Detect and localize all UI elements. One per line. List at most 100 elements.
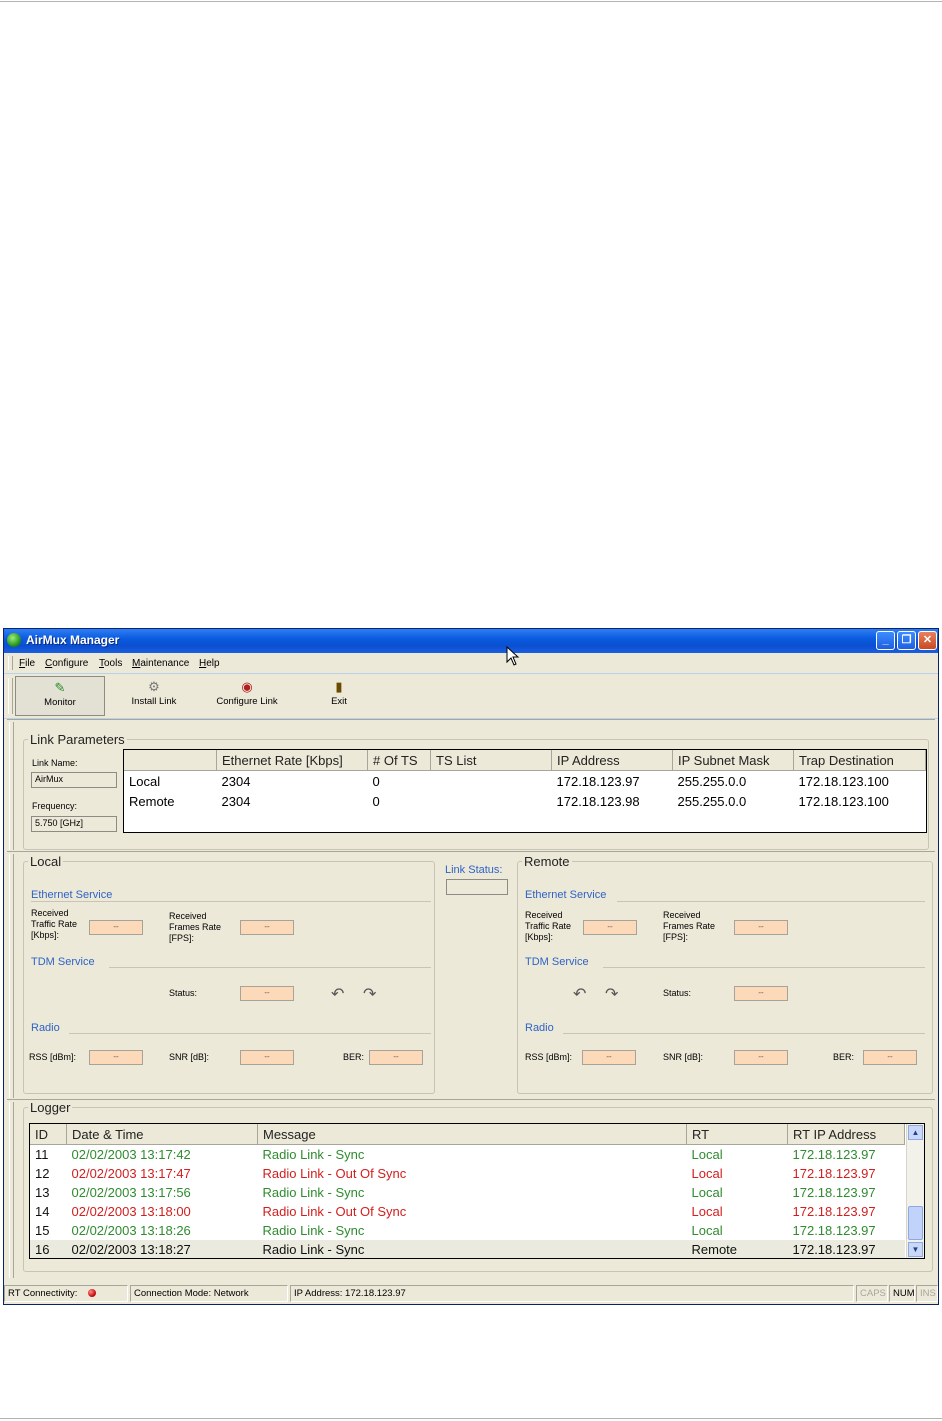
monitor-button[interactable]: ✎ Monitor: [15, 676, 105, 716]
close-button[interactable]: ✕: [918, 631, 937, 650]
col-header-ethernet-rate[interactable]: Ethernet Rate [Kbps]: [216, 750, 368, 771]
local-frames-rate-label: Received Frames Rate [FPS]:: [169, 911, 221, 944]
table-header-row: ID Date & Time Message RT RT IP Address: [30, 1124, 905, 1145]
cell-num-ts: 0: [372, 773, 380, 789]
status-panel: Local Ethernet Service Received Traffic …: [7, 851, 935, 1100]
local-radio-divider: [69, 1033, 431, 1034]
local-tdm-service-heading: TDM Service: [31, 956, 95, 968]
col-header-name[interactable]: [124, 750, 217, 771]
remote-title: Remote: [524, 854, 570, 869]
log-cell-message: Radio Link - Sync: [262, 1185, 365, 1200]
menu-maintenance[interactable]: Maintenance: [132, 658, 189, 669]
remote-loopback-remote-icon[interactable]: ↷: [605, 984, 618, 1004]
table-row[interactable]: Local 2304 0 172.18.123.97 255.255.0.0 1…: [124, 771, 926, 792]
col-header-id[interactable]: ID: [30, 1124, 67, 1145]
log-cell-id: 16: [30, 1240, 67, 1258]
menu-grip: [8, 656, 13, 670]
log-row[interactable]: 11 02/02/2003 13:17:42 Radio Link - Sync…: [30, 1145, 905, 1165]
local-traffic-rate-label-line1: Received: [31, 908, 69, 918]
remote-frames-rate-label-line3: [FPS]:: [663, 932, 689, 942]
col-header-ts-list[interactable]: TS List: [430, 750, 552, 771]
table-row[interactable]: Remote 2304 0 172.18.123.98 255.255.0.0 …: [124, 791, 926, 811]
col-header-date-time[interactable]: Date & Time: [66, 1124, 258, 1145]
local-rss-value: --: [89, 1050, 143, 1065]
col-header-message[interactable]: Message: [257, 1124, 687, 1145]
menu-configure[interactable]: Configure: [45, 658, 88, 669]
local-ber-value: --: [369, 1050, 423, 1065]
ip-address-cell: IP Address: 172.18.123.97: [290, 1285, 854, 1302]
configure-link-button[interactable]: ◉ Configure Link: [202, 676, 292, 716]
log-row[interactable]: 12 02/02/2003 13:17:47 Radio Link - Out …: [30, 1164, 905, 1183]
scroll-down-button[interactable]: ▼: [908, 1242, 923, 1257]
loopback-local-icon[interactable]: ↶: [331, 984, 344, 1004]
app-globe-icon: [7, 633, 21, 647]
cell-ip-address: 172.18.123.98: [556, 793, 640, 809]
logger-scrollbar[interactable]: ▲ ▼: [906, 1124, 924, 1258]
local-frames-rate-label-line2: Frames Rate: [169, 922, 222, 932]
log-cell-rt: Local: [691, 1147, 723, 1162]
cell-trap-destination: 172.18.123.100: [798, 793, 889, 809]
col-header-ip-address[interactable]: IP Address: [551, 750, 673, 771]
log-cell-rt: Remote: [686, 1240, 788, 1258]
remote-loopback-local-icon[interactable]: ↶: [573, 984, 586, 1004]
local-radio-heading: Radio: [31, 1022, 60, 1034]
menu-tools[interactable]: Tools: [99, 658, 122, 669]
log-row[interactable]: 15 02/02/2003 13:18:26 Radio Link - Sync…: [30, 1221, 905, 1240]
local-ethernet-service-heading: Ethernet Service: [31, 889, 113, 901]
col-header-rt[interactable]: RT: [686, 1124, 788, 1145]
log-cell-time: 02/02/2003 13:17:56: [71, 1185, 191, 1200]
log-row[interactable]: 16 02/02/2003 13:18:27 Radio Link - Sync…: [30, 1240, 905, 1258]
loopback-remote-icon[interactable]: ↷: [363, 984, 376, 1004]
log-cell-rt-ip: 172.18.123.97: [792, 1204, 876, 1219]
table-header-row: Ethernet Rate [Kbps] # Of TS TS List IP …: [124, 750, 926, 771]
col-header-subnet-mask[interactable]: IP Subnet Mask: [672, 750, 794, 771]
log-cell-message: Radio Link - Out Of Sync: [262, 1166, 407, 1181]
remote-status-value: --: [734, 986, 788, 1001]
link-name-field: AirMux: [31, 772, 117, 788]
log-cell-time: 02/02/2003 13:18:26: [71, 1223, 191, 1238]
exit-label: Exit: [331, 696, 347, 707]
local-frames-rate-value: --: [240, 920, 294, 935]
log-cell-time: 02/02/2003 13:17:42: [71, 1147, 191, 1162]
remote-frames-rate-value: --: [734, 920, 788, 935]
menu-help[interactable]: Help: [199, 658, 220, 669]
minimize-button[interactable]: _: [876, 631, 895, 650]
rt-connectivity-label: RT Connectivity:: [8, 1288, 78, 1299]
panel-grip: [9, 1102, 14, 1278]
scroll-up-button[interactable]: ▲: [908, 1125, 923, 1140]
cell-ts-list: [431, 791, 552, 811]
log-cell-rt: Local: [691, 1223, 723, 1238]
log-cell-id: 11: [35, 1147, 49, 1162]
link-parameters-table[interactable]: Ethernet Rate [Kbps] # Of TS TS List IP …: [123, 749, 927, 833]
remote-traffic-rate-label-line1: Received: [525, 910, 563, 920]
log-row[interactable]: 13 02/02/2003 13:17:56 Radio Link - Sync…: [30, 1183, 905, 1202]
log-cell-rt-ip: 172.18.123.97: [792, 1147, 876, 1162]
configure-link-label: Configure Link: [216, 696, 278, 707]
link-name-label: Link Name:: [32, 758, 78, 768]
local-traffic-rate-label-line3: [Kbps]:: [31, 930, 60, 940]
ins-indicator: INS: [916, 1285, 938, 1302]
scroll-thumb[interactable]: [908, 1206, 923, 1240]
col-header-trap-destination[interactable]: Trap Destination: [793, 750, 926, 771]
title-bar[interactable]: AirMux Manager _ ❐ ✕: [4, 629, 938, 653]
remote-frames-rate-label-line1: Received: [663, 910, 701, 920]
caps-indicator: CAPS: [856, 1285, 888, 1302]
logger-table[interactable]: ID Date & Time Message RT RT IP Address …: [29, 1123, 925, 1259]
menu-file[interactable]: File: [19, 658, 35, 669]
frequency-field: 5.750 [GHz]: [31, 816, 117, 832]
local-frames-rate-label-line1: Received: [169, 911, 207, 921]
remote-ber-value: --: [863, 1050, 917, 1065]
col-header-num-ts[interactable]: # Of TS: [367, 750, 431, 771]
connectivity-led-icon: [87, 1289, 96, 1297]
panel-grip: [9, 722, 14, 850]
col-header-rt-ip[interactable]: RT IP Address: [787, 1124, 905, 1145]
log-row[interactable]: 14 02/02/2003 13:18:00 Radio Link - Out …: [30, 1202, 905, 1221]
exit-button[interactable]: ▮ Exit: [304, 676, 374, 716]
log-cell-message: Radio Link - Sync: [262, 1223, 365, 1238]
cell-ethernet-rate: 2304: [221, 773, 251, 789]
menu-bar: File Configure Tools Maintenance Help: [4, 653, 938, 673]
restore-button[interactable]: ❐: [897, 631, 916, 650]
cell-subnet-mask: 255.255.0.0: [677, 793, 747, 809]
link-parameters-title: Link Parameters: [30, 732, 125, 747]
install-link-button[interactable]: ⚙ Install Link: [109, 676, 199, 716]
